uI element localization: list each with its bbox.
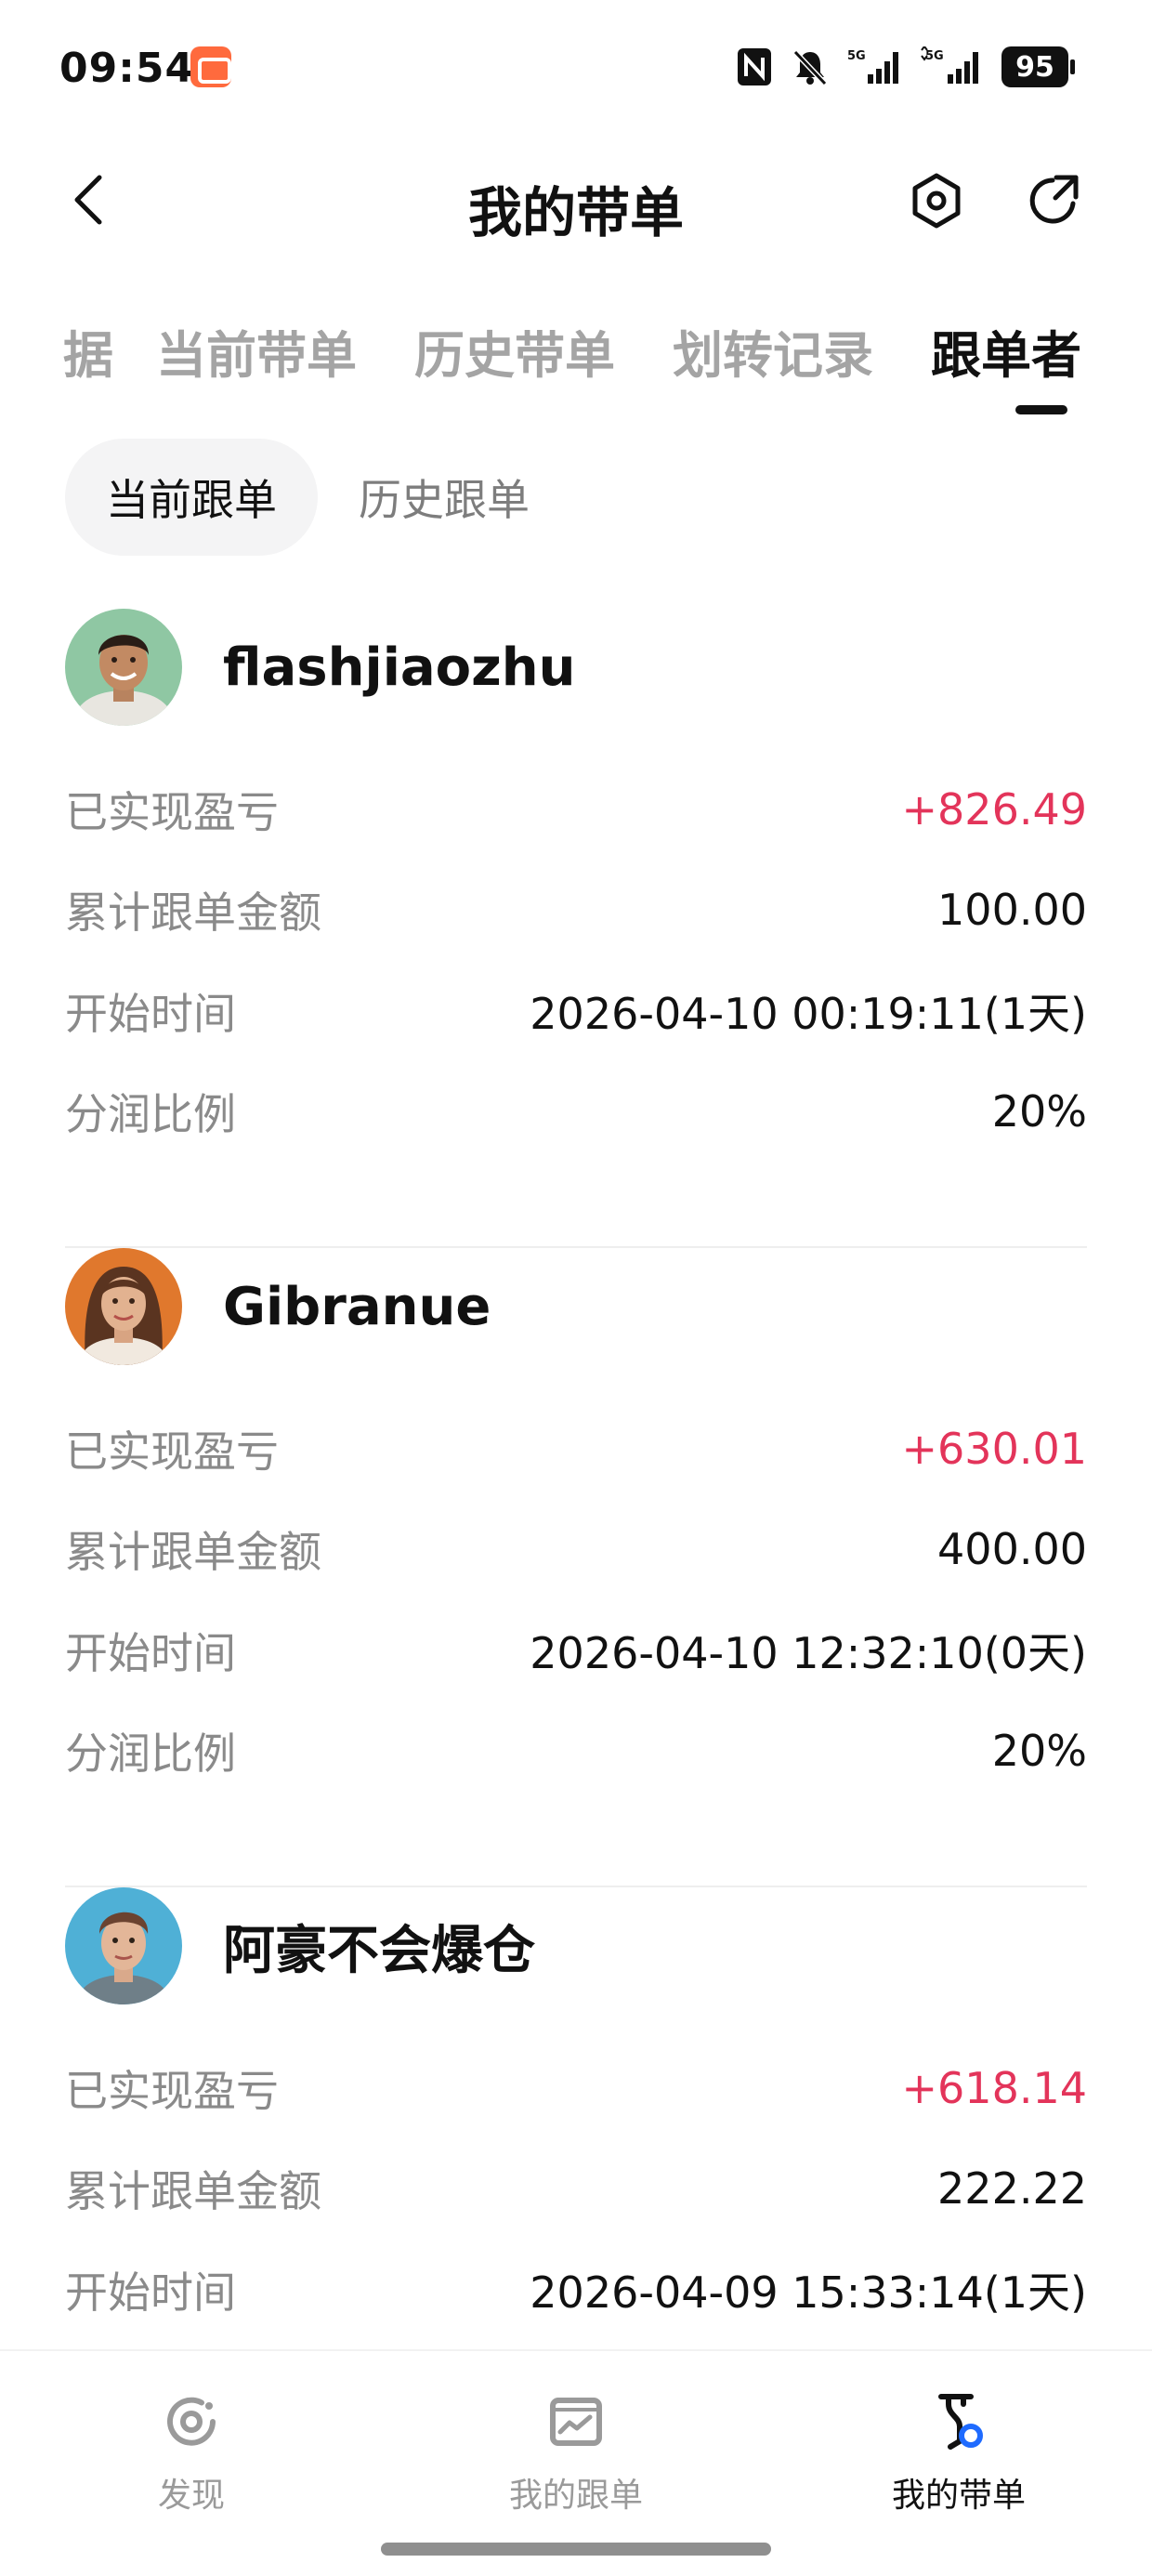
follower-name: flashjiaozhu [223, 637, 576, 698]
start-time-row: 开始时间 2026-04-10 12:32:10(0天) [65, 1613, 1087, 1688]
total-amount-value: 400.00 [937, 1524, 1087, 1574]
tab-current-lead[interactable]: 当前带单 [156, 314, 357, 388]
trophy-icon [925, 2388, 992, 2455]
avatar [65, 1887, 182, 2004]
signal-5g-2-label: 5G [925, 49, 944, 63]
pnl-row: 已实现盈亏 +618.14 [65, 2051, 1087, 2125]
status-time: 09:54 [59, 45, 195, 92]
main-tabs: 据 当前带单 历史带单 划转记录 跟单者 [0, 296, 1152, 416]
total-amount-row: 累计跟单金额 222.22 [65, 2151, 1087, 2226]
follower-card[interactable]: flashjiaozhu 已实现盈亏 +826.49 累计跟单金额 100.00… [65, 609, 1087, 1248]
nav-discover[interactable]: 发现 [71, 2388, 312, 2517]
start-time-row: 开始时间 2026-04-10 00:19:11(1天) [65, 974, 1087, 1048]
pnl-label: 已实现盈亏 [65, 787, 279, 837]
share-button[interactable] [1020, 167, 1087, 234]
profit-share-row: 分润比例 20% [65, 1074, 1087, 1149]
app-header: 我的带单 [0, 139, 1152, 260]
page-title: 我的带单 [467, 181, 684, 244]
avatar [65, 1248, 182, 1365]
page: 09:54 5G 5G 95 我的带单 据 当前带单 历史带单 划转记录 跟单者… [0, 0, 1152, 2576]
pnl-value: +630.01 [901, 1424, 1088, 1474]
nav-my-follow[interactable]: 我的跟单 [455, 2388, 697, 2517]
discover-icon [158, 2388, 225, 2455]
pnl-label: 已实现盈亏 [65, 1426, 279, 1477]
profit-share-value: 20% [991, 1726, 1087, 1776]
profit-share-row: 分润比例 20% [65, 1714, 1087, 1788]
tab-transfer-records[interactable]: 划转记录 [673, 314, 873, 388]
follower-header: Gibranue [65, 1248, 491, 1365]
start-time-label: 开始时间 [65, 989, 236, 1039]
follower-name: 阿豪不会爆仓 [223, 1920, 535, 1981]
signal-5g-label: 5G [847, 49, 866, 63]
pnl-row: 已实现盈亏 +826.49 [65, 772, 1087, 847]
total-amount-label: 累计跟单金额 [65, 1527, 321, 1577]
start-time-value: 2026-04-10 12:32:10(0天) [530, 1628, 1087, 1678]
start-time-value: 2026-04-09 15:33:14(1天) [530, 2267, 1087, 2318]
nav-my-follow-label: 我的跟单 [508, 2477, 643, 2515]
sub-tabs: 当前跟单 历史跟单 [65, 439, 570, 556]
follower-name: Gibranue [223, 1276, 491, 1337]
profit-share-label: 分润比例 [65, 1089, 236, 1139]
subtab-history-follow[interactable]: 历史跟单 [318, 439, 570, 556]
total-amount-value: 222.22 [937, 2163, 1087, 2214]
nav-my-lead-label: 我的带单 [891, 2477, 1026, 2515]
start-time-label: 开始时间 [65, 2267, 236, 2318]
hexagon-settings-icon [912, 173, 961, 229]
pnl-value: +826.49 [901, 784, 1088, 835]
follower-header: 阿豪不会爆仓 [65, 1887, 535, 2004]
follower-list: flashjiaozhu 已实现盈亏 +826.49 累计跟单金额 100.00… [65, 609, 1087, 2527]
start-time-label: 开始时间 [65, 1628, 236, 1678]
battery-indicator: 95 [1001, 46, 1075, 87]
chart-icon [543, 2388, 609, 2455]
pnl-value: +618.14 [901, 2063, 1088, 2113]
start-time-row: 开始时间 2026-04-09 15:33:14(1天) [65, 2253, 1087, 2327]
bell-muted-icon [790, 46, 831, 87]
settings-button[interactable] [903, 167, 970, 234]
tab-followers[interactable]: 跟单者 [931, 314, 1081, 388]
total-amount-row: 累计跟单金额 100.00 [65, 873, 1087, 947]
pnl-row: 已实现盈亏 +630.01 [65, 1412, 1087, 1486]
pnl-label: 已实现盈亏 [65, 2066, 279, 2116]
subtab-current-follow[interactable]: 当前跟单 [65, 439, 318, 556]
nav-my-lead[interactable]: 我的带单 [838, 2388, 1080, 2517]
status-icons: 5G 5G 95 [736, 43, 1075, 91]
tab-history-lead[interactable]: 历史带单 [414, 314, 615, 388]
profit-share-value: 20% [991, 1086, 1087, 1137]
total-amount-row: 累计跟单金额 400.00 [65, 1512, 1087, 1586]
status-bar: 09:54 5G 5G 95 [0, 0, 1152, 139]
share-icon [1029, 175, 1079, 224]
home-indicator[interactable] [381, 2543, 771, 2556]
tab-data-partial[interactable]: 据 [63, 314, 113, 388]
total-amount-value: 100.00 [937, 885, 1087, 935]
nav-discover-label: 发现 [157, 2477, 225, 2515]
active-tab-indicator [1015, 405, 1067, 414]
start-time-value: 2026-04-10 00:19:11(1天) [530, 989, 1087, 1039]
avatar [65, 609, 182, 726]
follower-card[interactable]: Gibranue 已实现盈亏 +630.01 累计跟单金额 400.00 开始时… [65, 1248, 1087, 1887]
signal-5g-2-icon: 5G [920, 46, 985, 87]
total-amount-label: 累计跟单金额 [65, 887, 321, 938]
profit-share-label: 分润比例 [65, 1728, 236, 1779]
total-amount-label: 累计跟单金额 [65, 2166, 321, 2216]
app-notification-icon [190, 46, 231, 87]
signal-5g-icon: 5G [847, 46, 903, 87]
nfc-icon [736, 46, 773, 87]
follower-header: flashjiaozhu [65, 609, 575, 726]
